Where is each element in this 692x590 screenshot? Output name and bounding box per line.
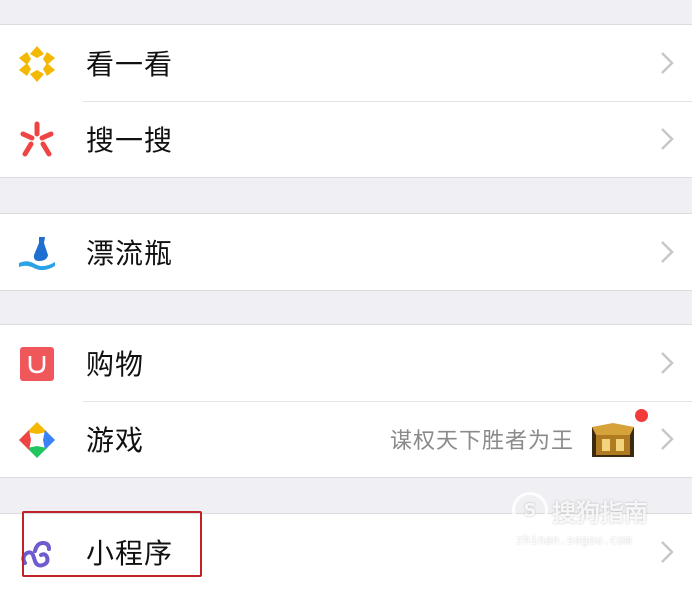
sogou-logo-icon: S — [512, 492, 548, 528]
discover-group-2: 漂流瓶 — [0, 213, 692, 291]
games-promo-text: 谋权天下胜者为王 — [389, 429, 574, 454]
menu-item-kan-yi-kan[interactable]: 看一看 — [0, 25, 692, 101]
menu-item-shopping[interactable]: 购物 — [0, 325, 692, 401]
watermark-text: 搜狗指南 — [552, 498, 648, 527]
menu-item-games[interactable]: 游戏 谋权天下胜者为王 — [0, 401, 692, 477]
menu-item-drift-bottle[interactable]: 漂流瓶 — [0, 214, 692, 290]
chevron-right-icon — [661, 352, 674, 374]
chevron-right-icon — [661, 428, 674, 450]
mini-program-highlight-box — [22, 511, 202, 577]
menu-item-label: 漂流瓶 — [86, 237, 174, 270]
games-promo-thumbnail — [590, 421, 636, 461]
discover-group-1: 看一看 搜一搜 — [0, 24, 692, 178]
watermark-url: zhinan.sogou.com — [516, 533, 632, 547]
chevron-right-icon — [661, 128, 674, 150]
shopping-bag-icon — [16, 343, 58, 385]
sou-yi-sou-icon — [16, 119, 58, 161]
menu-item-label: 游戏 — [86, 424, 145, 457]
notification-badge — [635, 409, 648, 422]
kan-yi-kan-icon — [16, 43, 58, 85]
games-icon — [16, 419, 58, 461]
discover-group-3: 购物 游戏 谋权天下胜者为王 — [0, 324, 692, 478]
sogou-watermark: S 搜狗指南 — [512, 492, 648, 528]
chevron-right-icon — [661, 541, 674, 563]
chevron-right-icon — [661, 241, 674, 263]
menu-item-label: 看一看 — [86, 48, 174, 81]
chevron-right-icon — [661, 52, 674, 74]
menu-item-sou-yi-sou[interactable]: 搜一搜 — [0, 101, 692, 177]
menu-item-label: 搜一搜 — [86, 124, 174, 157]
menu-item-label: 购物 — [86, 348, 145, 381]
drift-bottle-icon — [16, 232, 58, 274]
